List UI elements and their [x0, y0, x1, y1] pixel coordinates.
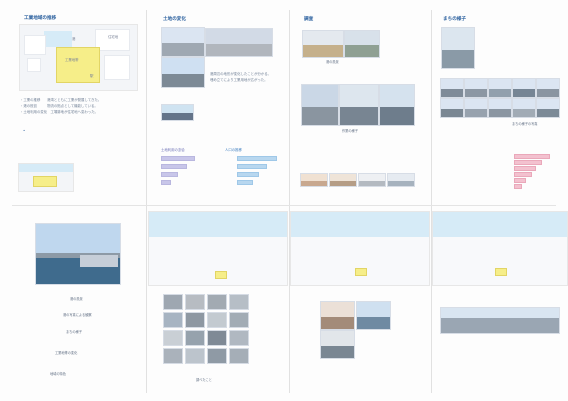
caption: 地域の特色 — [50, 372, 66, 376]
map-label: 港 — [72, 37, 76, 41]
map-label: 工業地帯 — [65, 58, 79, 62]
chart-right-2 — [500, 152, 558, 192]
caption: 調べたこと — [196, 378, 212, 382]
chart-title: 土地利用の割合 — [161, 148, 185, 152]
photo — [464, 78, 488, 98]
photo — [464, 98, 488, 118]
photo — [441, 27, 475, 69]
section-heading: ・ — [22, 128, 27, 133]
photo — [488, 98, 512, 118]
harbor-photo — [35, 223, 121, 285]
photo — [440, 98, 464, 118]
column-divider — [289, 10, 290, 393]
photo — [161, 57, 205, 88]
column-divider — [146, 10, 147, 393]
photo-thumbnail — [329, 173, 357, 187]
body-text: ・工業の推移 港湾とともに工業が発展してきた。 — [20, 98, 102, 102]
map-label: 駅 — [90, 74, 94, 78]
photo — [320, 301, 355, 330]
body-text: 埋め立てにより工業用地が広がった。 — [210, 78, 268, 82]
map-panel — [432, 211, 568, 286]
photo — [536, 78, 560, 98]
photo-caption: 作業の様子 — [342, 129, 358, 133]
map-label: 住宅地 — [108, 35, 119, 39]
caption: まちの様子 — [66, 330, 82, 334]
photo-caption: 港の風景 — [326, 60, 339, 64]
caption: 港の風景 — [70, 297, 83, 301]
map-panel — [290, 211, 430, 286]
section-title: 調査 — [304, 17, 314, 22]
photo — [512, 78, 536, 98]
small-map — [18, 163, 74, 192]
section-paragraph — [18, 137, 138, 155]
photo-thumbnail — [358, 173, 386, 187]
map-diagram: 港 工業地帯 駅 住宅地 — [19, 24, 138, 91]
spread-document: 工業地域の推移 港 工業地帯 駅 住宅地 ・工業の推移 港湾とともに工業が発展し… — [0, 0, 568, 401]
photo — [356, 301, 391, 330]
photo — [320, 330, 355, 359]
photo — [302, 30, 344, 58]
photo — [344, 30, 380, 58]
chart-left — [161, 154, 216, 192]
section-title: 土地の変化 — [163, 17, 186, 22]
photo-caption: まちの様子の写真 — [512, 122, 538, 126]
photo — [161, 104, 194, 121]
row-divider — [12, 205, 556, 206]
photo — [488, 78, 512, 98]
map-panel — [148, 211, 288, 286]
caption: 工業地帯の変化 — [55, 351, 78, 355]
column-divider — [431, 10, 432, 393]
section-title: まちの様子 — [443, 17, 466, 22]
photo — [205, 28, 273, 57]
body-text: 港周辺の地形が変化したことが分かる。 — [210, 72, 272, 76]
panorama-photo — [440, 307, 560, 334]
photo — [440, 78, 464, 98]
photo-thumbnail — [300, 173, 328, 187]
photo-thumbnail — [387, 173, 415, 187]
photo — [301, 84, 339, 126]
page-title: 工業地域の推移 — [24, 16, 57, 21]
photo — [379, 84, 415, 126]
photo — [512, 98, 536, 118]
photo — [536, 98, 560, 118]
body-text: ・土地利用の変化 工場跡地が住宅地へ変わった。 — [20, 110, 98, 114]
photo — [161, 27, 205, 57]
photo — [339, 84, 379, 126]
chart-right — [225, 154, 280, 192]
photo-grid — [163, 294, 251, 366]
body-text: ・港の役割 物流の拠点として機能している。 — [20, 104, 98, 108]
chart-title: 人口の推移 — [225, 148, 242, 152]
caption: 港の写真による観察 — [63, 313, 92, 317]
